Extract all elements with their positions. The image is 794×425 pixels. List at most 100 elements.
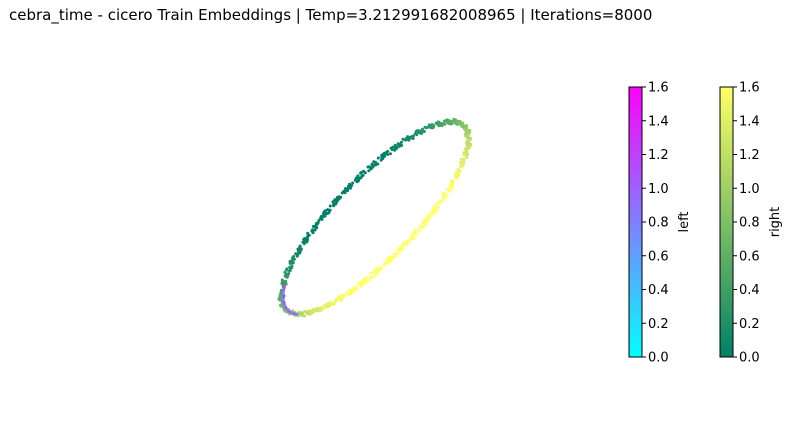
embedding-point	[313, 309, 317, 313]
colorbar-tick-label: 0.4	[739, 283, 760, 298]
embedding-point	[454, 176, 458, 180]
embedding-point	[345, 187, 349, 191]
colorbar-left: 0.0 0.2 0.4 0.6 0.8 1.0 1.2 1.4 1.6 left	[628, 81, 692, 366]
embedding-point	[281, 282, 285, 285]
embedding-point	[322, 211, 326, 215]
embedding-point	[368, 278, 372, 282]
embedding-point	[448, 189, 451, 193]
embedding-point	[323, 214, 327, 218]
embedding-point	[368, 275, 372, 279]
embedding-point	[347, 293, 350, 297]
embedding-point	[421, 220, 425, 224]
embedding-point	[435, 203, 439, 207]
embedding-point	[284, 279, 288, 283]
embedding-point	[418, 225, 422, 229]
embedding-point	[369, 271, 373, 275]
embedding-point	[467, 135, 470, 139]
embedding-point	[392, 252, 396, 256]
embedding-point	[367, 165, 371, 169]
colorbar-tick-label: 1.2	[648, 148, 669, 163]
colorbar-tick-label: 0.2	[648, 317, 669, 332]
embedding-point	[376, 162, 380, 166]
embedding-point	[299, 247, 303, 251]
embedding-point	[291, 261, 295, 265]
embedding-point	[305, 312, 309, 316]
embedding-point	[292, 257, 296, 261]
embedding-point	[432, 124, 436, 128]
embedding-point	[373, 273, 377, 277]
embedding-point	[292, 255, 296, 258]
embedding-point	[372, 270, 375, 274]
embedding-point	[375, 267, 379, 271]
embedding-point	[356, 282, 360, 286]
embedding-point	[306, 231, 310, 235]
embedding-point	[400, 140, 403, 144]
embedding-point	[412, 134, 416, 138]
colorbar-tick-label: 1.6	[648, 81, 669, 96]
embedding-point	[386, 149, 390, 153]
embedding-point	[424, 222, 428, 226]
embedding-point	[403, 240, 407, 244]
colorbar-tick-label: 1.0	[648, 182, 669, 197]
embedding-point	[367, 169, 371, 173]
embedding-point	[463, 153, 467, 157]
embedding-point	[430, 209, 434, 213]
colorbar-tick-label: 1.6	[739, 81, 760, 96]
embedding-point	[443, 122, 447, 126]
colorbar-tick-label: 0.2	[739, 317, 760, 332]
embedding-point	[334, 299, 337, 303]
colorbar-tick-label: 1.4	[739, 114, 760, 129]
embedding-point	[459, 165, 463, 169]
colorbar-tick-label: 0.0	[739, 351, 760, 366]
embedding-point	[439, 200, 443, 204]
embedding-point	[323, 304, 326, 308]
embedding-point	[461, 121, 465, 125]
embedding-point	[332, 199, 336, 203]
embedding-point	[376, 156, 380, 160]
embedding-point	[389, 260, 393, 263]
embedding-point	[429, 214, 433, 218]
embedding-point	[405, 239, 409, 243]
embedding-point	[351, 181, 355, 185]
embedding-point	[356, 174, 360, 178]
embedding-point	[359, 284, 363, 288]
embedding-point	[432, 212, 436, 216]
embedding-point	[440, 122, 444, 126]
colorbar-tick-label: 0.4	[648, 283, 669, 298]
embedding-point	[396, 249, 400, 253]
embedding-point	[363, 281, 367, 285]
colorbar-tick-label: 1.2	[739, 148, 760, 163]
embedding-point	[362, 169, 366, 173]
embedding-point	[371, 165, 375, 169]
embedding-point	[414, 232, 418, 236]
colorbar-tick-label: 0.8	[648, 216, 669, 231]
embedding-point	[290, 264, 294, 268]
embedding-point	[400, 143, 404, 147]
colorbar-tick-label: 0.0	[648, 351, 669, 366]
embedding-point	[383, 263, 386, 267]
colorbar-tick-label: 1.0	[739, 182, 760, 197]
embedding-point	[361, 173, 365, 177]
colorbar-label: right	[768, 207, 783, 238]
embedding-point	[328, 204, 332, 208]
colorbar-gradient	[719, 86, 734, 358]
colorbar-label: left	[677, 211, 692, 232]
embedding-point	[459, 157, 463, 161]
embedding-point	[434, 209, 438, 213]
embedding-point	[417, 229, 421, 233]
embedding-point	[422, 130, 426, 133]
colorbar-gradient	[628, 86, 643, 358]
colorbar-tick-label: 0.6	[648, 249, 669, 264]
colorbar-tick-label: 1.4	[648, 114, 669, 129]
colorbar-tick-label: 0.8	[739, 216, 760, 231]
embedding-ring	[277, 117, 473, 318]
embedding-point	[338, 298, 342, 302]
embedding-point-left	[283, 284, 286, 288]
embedding-point	[463, 124, 467, 128]
embedding-point	[393, 255, 397, 259]
embedding-point	[442, 198, 445, 202]
embedding-point	[280, 278, 284, 282]
embedding-point	[400, 247, 404, 251]
embedding-point	[394, 144, 398, 148]
embedding-point	[339, 195, 343, 199]
